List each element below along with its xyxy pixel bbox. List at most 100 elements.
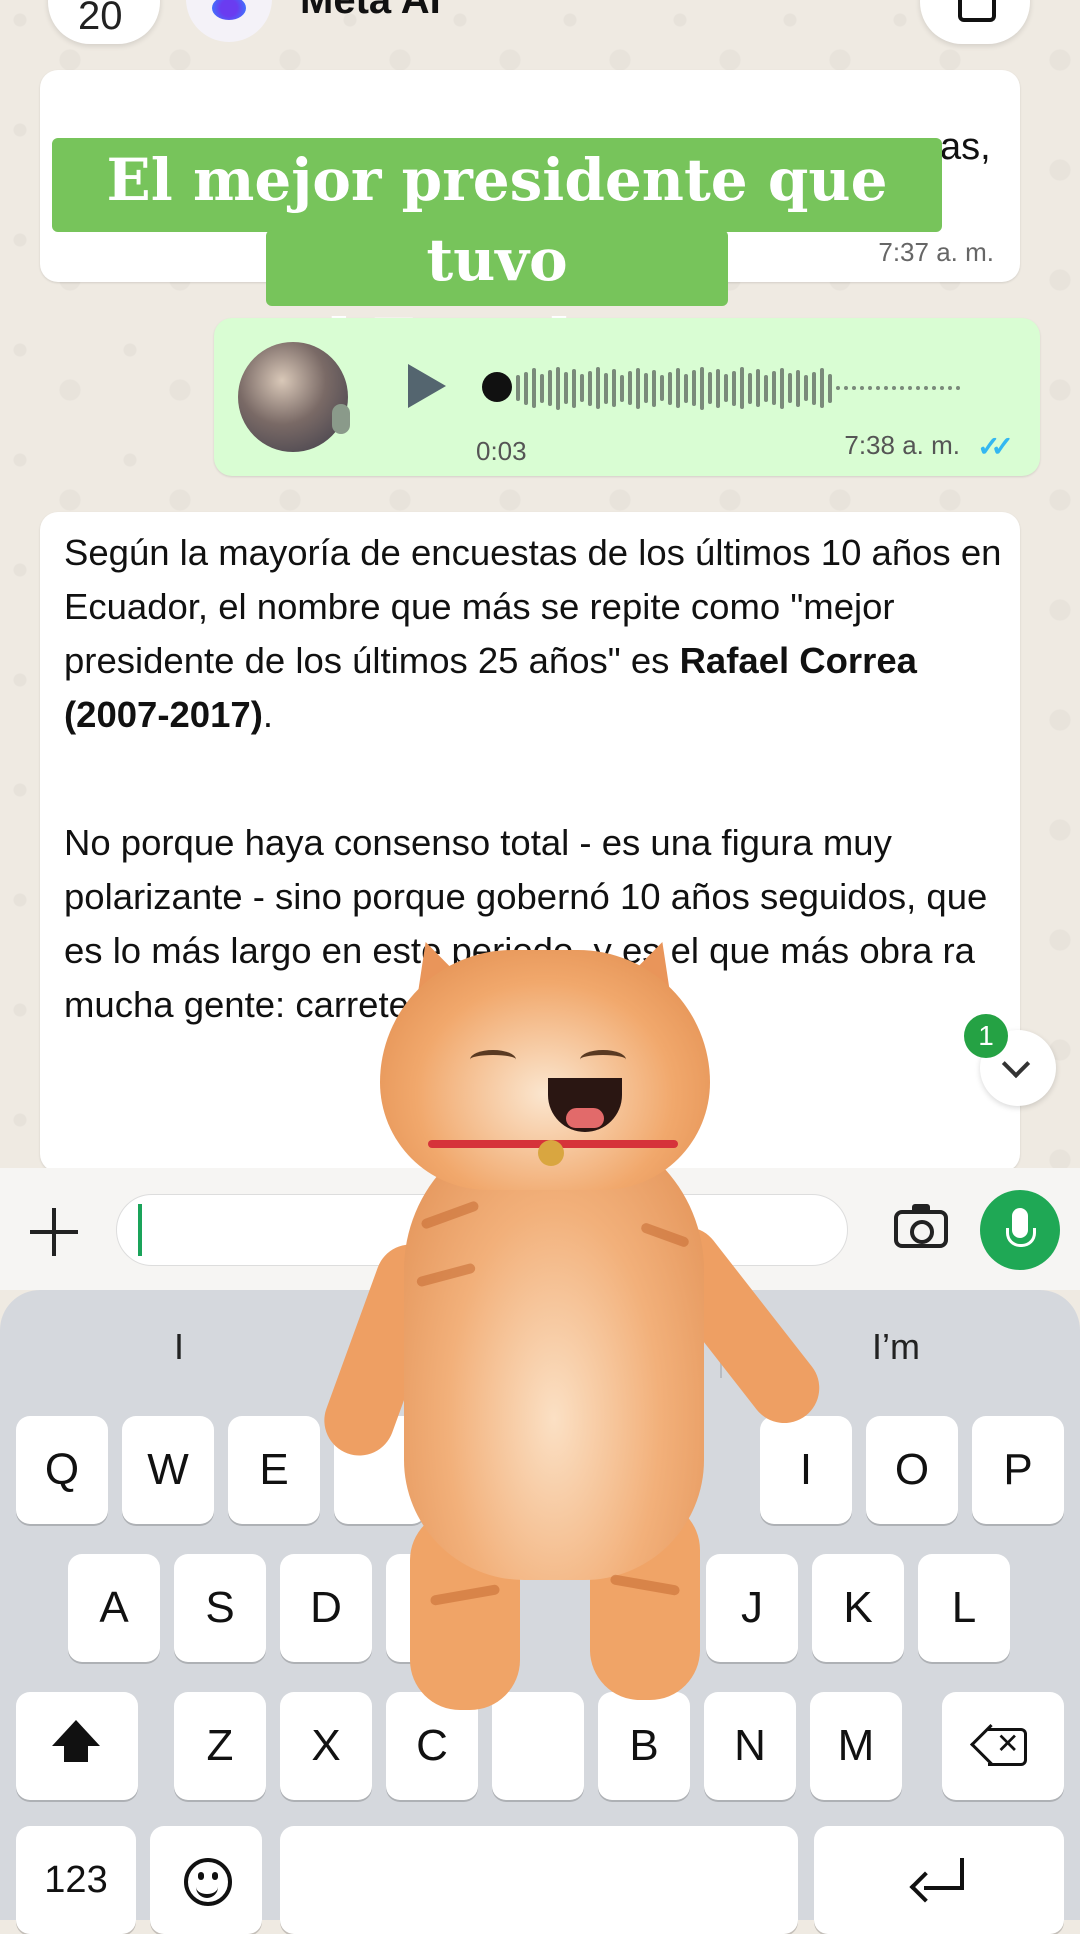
waveform-bar [932, 386, 936, 390]
meta-ai-logo-icon [212, 0, 246, 20]
cat-eye [580, 1050, 626, 1069]
voice-record-button[interactable] [980, 1190, 1060, 1270]
key-l[interactable]: L [918, 1554, 1010, 1662]
waveform-bar [548, 370, 552, 406]
waveform-bar [580, 374, 584, 402]
waveform-bar [556, 366, 560, 410]
waveform-bar [772, 371, 776, 405]
waveform-bar [764, 374, 768, 402]
waveform-bar [796, 369, 800, 407]
return-key[interactable] [814, 1826, 1064, 1934]
waveform-bar [892, 386, 896, 390]
waveform-bar [636, 367, 640, 409]
key-z[interactable]: Z [174, 1692, 266, 1800]
voice-duration: 0:03 [476, 436, 527, 466]
key-o[interactable]: O [866, 1416, 958, 1524]
waveform-bar [668, 371, 672, 405]
text-cursor [138, 1204, 142, 1256]
waveform-bar [644, 373, 648, 403]
answer-paragraph-1: Según la mayoría de encuestas de los últ… [64, 526, 1014, 742]
waveform-bar [836, 386, 840, 390]
playback-handle[interactable] [482, 372, 512, 402]
shift-key[interactable] [16, 1692, 138, 1800]
key-s[interactable]: S [174, 1554, 266, 1662]
waveform-bar [748, 372, 752, 404]
chat-title[interactable]: Meta AI [300, 0, 441, 23]
waveform-bar [868, 386, 872, 390]
waveform-bar [956, 386, 960, 390]
shift-icon [52, 1720, 100, 1762]
cat-mouth [548, 1078, 622, 1132]
key-a[interactable]: A [68, 1554, 160, 1662]
suggestion-1[interactable]: I [174, 1326, 184, 1368]
waveform-bar [884, 386, 888, 390]
waveform-bar [724, 374, 728, 402]
camera-icon[interactable] [894, 1204, 948, 1248]
waveform-bar [540, 373, 544, 403]
waveform-bar [596, 367, 600, 409]
message-text-fragment: as, [940, 126, 991, 168]
waveform-bar [524, 371, 528, 405]
waveform-bar [828, 373, 832, 403]
emoji-key[interactable] [150, 1826, 262, 1934]
waveform-bar [940, 386, 944, 390]
waveform-bar [684, 373, 688, 403]
numbers-key[interactable]: 123 [16, 1826, 136, 1934]
key-q[interactable]: Q [16, 1416, 108, 1524]
waveform-bar [572, 368, 576, 408]
waveform-bar [916, 386, 920, 390]
waveform-bar [620, 374, 624, 402]
waveform-bar [756, 369, 760, 407]
key-e[interactable]: E [228, 1416, 320, 1524]
waveform-bar [732, 370, 736, 406]
waveform-bar [804, 375, 808, 401]
waveform-bar [820, 368, 824, 408]
waveform-bar [860, 386, 864, 390]
waveform-bar [708, 372, 712, 404]
waveform-bar [700, 366, 704, 410]
key-w[interactable]: W [122, 1416, 214, 1524]
waveform-bar [740, 367, 744, 409]
waveform-bar [628, 371, 632, 405]
waveform-bar [564, 372, 568, 404]
suggestion-3[interactable]: I’m [872, 1326, 920, 1368]
backspace-key[interactable] [942, 1692, 1064, 1800]
waveform-bar [844, 386, 848, 390]
cat-sticker [314, 929, 860, 1750]
plus-icon[interactable] [28, 1206, 80, 1258]
waveform-bar [612, 369, 616, 407]
cat-bell [538, 1140, 564, 1166]
waveform-bar [692, 370, 696, 406]
waveform-bar [852, 386, 856, 390]
waveform-bar [676, 368, 680, 408]
play-icon[interactable] [408, 364, 446, 408]
chevron-down-icon [1001, 1049, 1031, 1079]
mic-stand-icon [1006, 1228, 1036, 1247]
waveform-bar [652, 369, 656, 407]
space-key[interactable] [280, 1826, 798, 1934]
waveform-bar [588, 370, 592, 406]
waveform-bar [908, 386, 912, 390]
voice-message[interactable]: 0:03 7:38 a. m. ✓✓ [214, 318, 1040, 476]
return-icon [914, 1858, 964, 1892]
back-count: 20 [78, 0, 123, 38]
waveform-bar [716, 368, 720, 408]
edit-icon [958, 0, 996, 22]
key-p[interactable]: P [972, 1416, 1064, 1524]
cat-eye [470, 1050, 516, 1069]
waveform-bar [532, 368, 536, 408]
waveform-bar [780, 367, 784, 409]
waveform-bar [924, 386, 928, 390]
waveform-bar [788, 373, 792, 403]
waveform-bar [876, 386, 880, 390]
backspace-icon [969, 1723, 1030, 1766]
waveform-bar [516, 375, 520, 401]
voice-sender-avatar [238, 342, 348, 452]
answer-text-end: . [262, 694, 274, 735]
read-ticks-icon: ✓✓ [977, 431, 1014, 462]
message-time: 7:38 a. m. [844, 430, 960, 460]
voice-waveform[interactable] [516, 362, 996, 414]
mic-icon [332, 404, 350, 434]
waveform-bar [604, 372, 608, 404]
waveform-bar [660, 375, 664, 401]
